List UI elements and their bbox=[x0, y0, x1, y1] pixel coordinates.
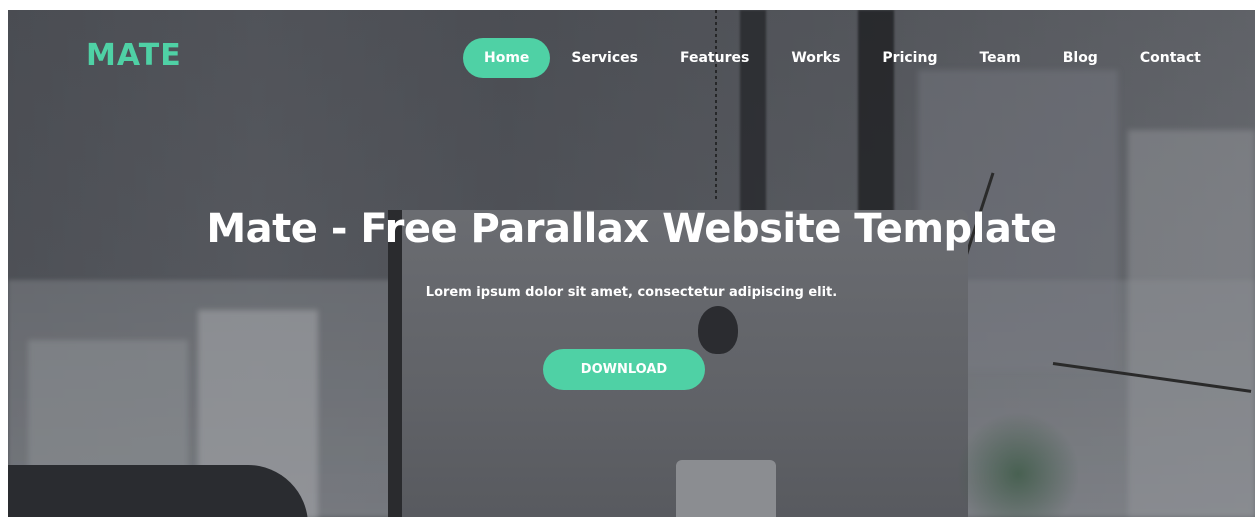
nav-item-team[interactable]: Team bbox=[958, 38, 1041, 78]
download-button[interactable]: DOWNLOAD bbox=[543, 349, 705, 390]
nav-item-features[interactable]: Features bbox=[659, 38, 770, 78]
apple-logo-icon bbox=[698, 306, 738, 354]
background-building bbox=[1128, 130, 1255, 517]
imac-edge bbox=[388, 210, 402, 517]
imac-stand bbox=[676, 460, 776, 517]
hero-subtitle: Lorem ipsum dolor sit amet, consectetur … bbox=[425, 285, 838, 300]
hero-title: Mate - Free Parallax Website Template bbox=[206, 206, 1057, 252]
nav-item-services[interactable]: Services bbox=[550, 38, 659, 78]
nav-item-contact[interactable]: Contact bbox=[1119, 38, 1222, 78]
nav-item-works[interactable]: Works bbox=[770, 38, 861, 78]
main-nav: Home Services Features Works Pricing Tea… bbox=[463, 38, 1222, 78]
nav-item-blog[interactable]: Blog bbox=[1042, 38, 1119, 78]
site-logo[interactable]: MATE bbox=[86, 38, 182, 73]
hero-section: MATE Home Services Features Works Pricin… bbox=[8, 10, 1255, 517]
chair bbox=[8, 465, 308, 517]
plant bbox=[958, 410, 1078, 517]
nav-item-pricing[interactable]: Pricing bbox=[861, 38, 958, 78]
nav-item-home[interactable]: Home bbox=[463, 38, 551, 78]
